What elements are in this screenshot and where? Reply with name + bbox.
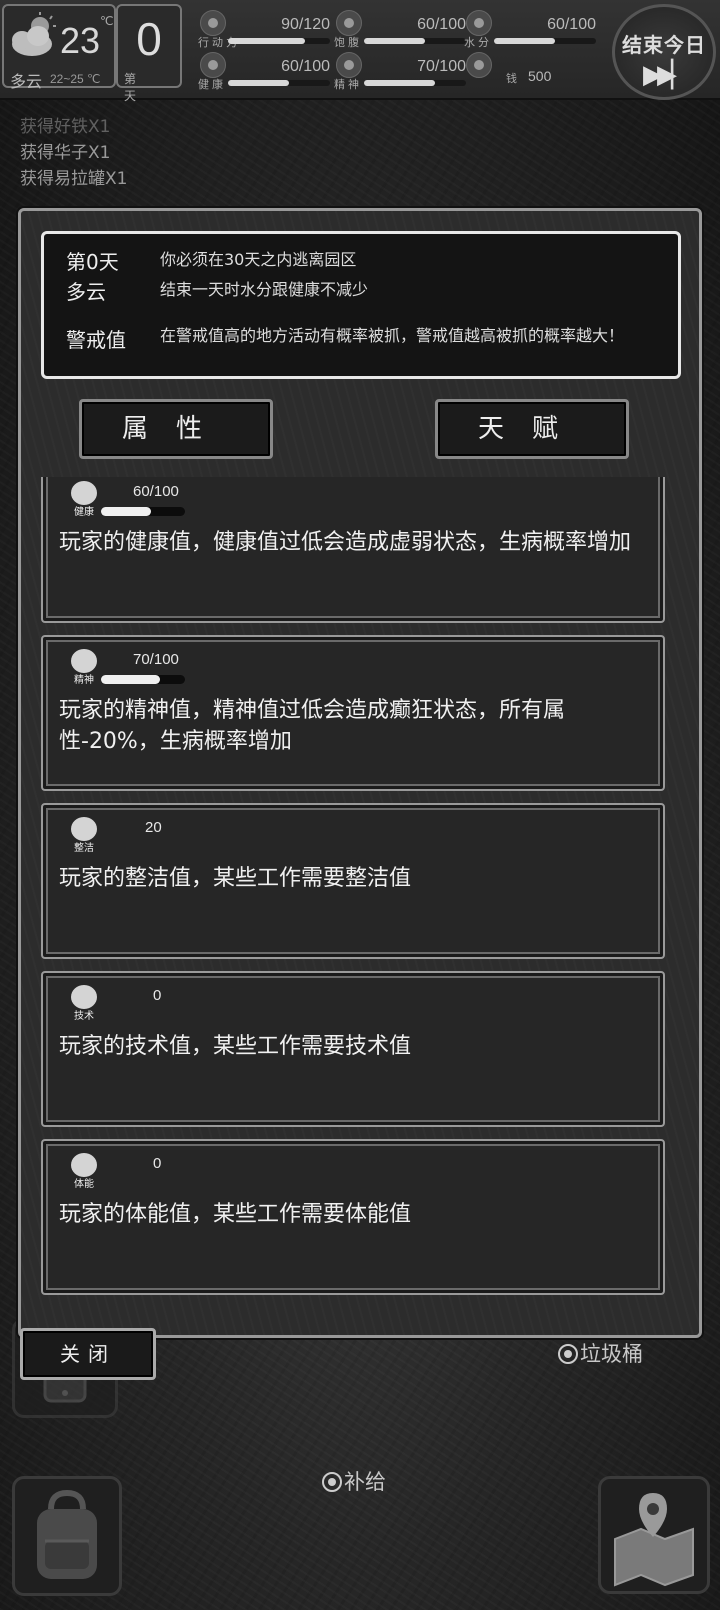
info-key: 警戒值 xyxy=(66,328,126,352)
attribute-description: 玩家的技术值，某些工作需要技术值 xyxy=(59,1034,412,1059)
trash-can-marker[interactable]: 垃圾桶 xyxy=(558,1338,643,1368)
info-row-day: 第0天 你必须在30天之内逃离园区 xyxy=(66,246,660,274)
day-label: 第 天 xyxy=(124,72,153,103)
location-dot-icon xyxy=(558,1344,578,1364)
close-button[interactable]: 关闭 xyxy=(20,1328,156,1380)
info-value: 你必须在30天之内逃离园区 xyxy=(160,250,357,269)
day-counter: 0 第 天 xyxy=(116,4,182,103)
fast-forward-icon: ▶▶▏ xyxy=(643,60,691,90)
tab-attributes[interactable]: 属性 xyxy=(79,399,273,459)
attribute-card-tech: 技术 0 玩家的技术值，某些工作需要技术值 xyxy=(41,971,665,1127)
brain-icon xyxy=(336,52,362,78)
attribute-card-health: 健康 60/100 玩家的健康值，健康值过低会造成虚弱状态，生病概率增加 xyxy=(41,477,665,623)
backpack-icon xyxy=(37,1489,97,1579)
info-key: 多云 xyxy=(66,280,106,304)
temperature: 23 xyxy=(60,20,101,61)
attribute-card-clean: 整洁 20 玩家的整洁值，某些工作需要整洁值 xyxy=(41,803,665,959)
attribute-value: 60/100 xyxy=(133,483,179,500)
info-value: 结束一天时水分跟健康不减少 xyxy=(160,280,369,299)
info-key: 第0天 xyxy=(66,250,119,274)
attribute-value: 70/100 xyxy=(133,651,179,668)
stat-spirit: 精神 70/100 xyxy=(334,52,466,92)
end-day-label: 结束今日 xyxy=(622,33,706,57)
attribute-card-spirit: 精神 70/100 玩家的精神值，精神值过低会造成癫狂状态，所有属性-20%，生… xyxy=(41,635,665,791)
game-info-panel: 第0天 你必须在30天之内逃离园区 多云 结束一天时水分跟健康不减少 警戒值 在… xyxy=(41,231,681,379)
log-item: 获得易拉罐X1 xyxy=(20,169,128,189)
clean-icon: 整洁 xyxy=(67,817,101,854)
stat-action: 行动力 90/120 xyxy=(198,10,330,50)
attribute-value: 20 xyxy=(145,819,162,836)
backpack-button[interactable] xyxy=(12,1476,122,1596)
bowl-icon xyxy=(336,10,362,36)
info-value: 在警戒值高的地方活动有概率被抓，警戒值越高被抓的概率越大！ xyxy=(160,326,625,345)
attribute-description: 玩家的整洁值，某些工作需要整洁值 xyxy=(59,866,412,891)
attribute-description: 玩家的健康值，健康值过低会造成虚弱状态，生病概率增加 xyxy=(59,530,632,555)
top-hud: 23 ℃ 多云 22~25 ℃ 0 第 天 行动力 90/120 饱腹 60/1… xyxy=(0,0,720,103)
brain-icon: 精神 xyxy=(67,649,101,686)
temperature-unit: ℃ xyxy=(100,14,114,28)
stat-money: 钱 500 xyxy=(466,52,596,92)
health-cross-icon xyxy=(200,52,226,78)
attribute-description: 玩家的精神值，精神值过低会造成癫狂状态，所有属性-20%，生病概率增加 xyxy=(59,698,566,754)
stat-water: 水分 60/100 xyxy=(464,10,596,50)
attributes-dialog: 第0天 你必须在30天之内逃离园区 多云 结束一天时水分跟健康不减少 警戒值 在… xyxy=(18,208,702,1338)
attribute-card-stamina: 体能 0 玩家的体能值，某些工作需要体能值 xyxy=(41,1139,665,1295)
supply-marker[interactable]: 补给 xyxy=(322,1466,386,1496)
map-icon xyxy=(614,1493,694,1587)
money-icon xyxy=(466,52,492,78)
log-item: 获得好铁X1 xyxy=(20,117,111,137)
attribute-value: 0 xyxy=(153,1155,162,1172)
cloud-icon xyxy=(12,12,56,56)
log-item: 获得华子X1 xyxy=(20,143,111,163)
temperature-range: 22~25 ℃ xyxy=(50,72,101,86)
muscle-icon: 体能 xyxy=(67,1153,101,1190)
gear-icon: 技术 xyxy=(67,985,101,1022)
water-drop-icon xyxy=(466,10,492,36)
attribute-bar xyxy=(101,675,185,684)
stat-health: 健康 60/100 xyxy=(198,52,330,92)
map-button[interactable] xyxy=(598,1476,710,1594)
attribute-description: 玩家的体能值，某些工作需要体能值 xyxy=(59,1202,412,1227)
location-dot-icon xyxy=(322,1472,342,1492)
attribute-value: 0 xyxy=(153,987,162,1004)
health-icon: 健康 xyxy=(67,481,101,518)
info-row-alert: 警戒值 在警戒值高的地方活动有概率被抓，警戒值越高被抓的概率越大！ xyxy=(66,326,660,378)
event-log: 获得好铁X1 获得华子X1 获得易拉罐X1 xyxy=(20,117,128,192)
end-day-button[interactable]: 结束今日 ▶▶▏ xyxy=(612,4,716,100)
tab-talents[interactable]: 天赋 xyxy=(435,399,629,459)
weather-panel: 23 ℃ 多云 22~25 ℃ xyxy=(2,4,116,91)
weather-name: 多云 xyxy=(10,72,43,91)
stat-hunger: 饱腹 60/100 xyxy=(334,10,466,50)
footprint-icon xyxy=(200,10,226,36)
info-row-weather: 多云 结束一天时水分跟健康不减少 xyxy=(66,276,660,304)
attribute-list[interactable]: 健康 60/100 玩家的健康值，健康值过低会造成虚弱状态，生病概率增加 精神 … xyxy=(41,477,685,1321)
attribute-bar xyxy=(101,507,185,516)
day-number: 0 xyxy=(136,13,162,65)
